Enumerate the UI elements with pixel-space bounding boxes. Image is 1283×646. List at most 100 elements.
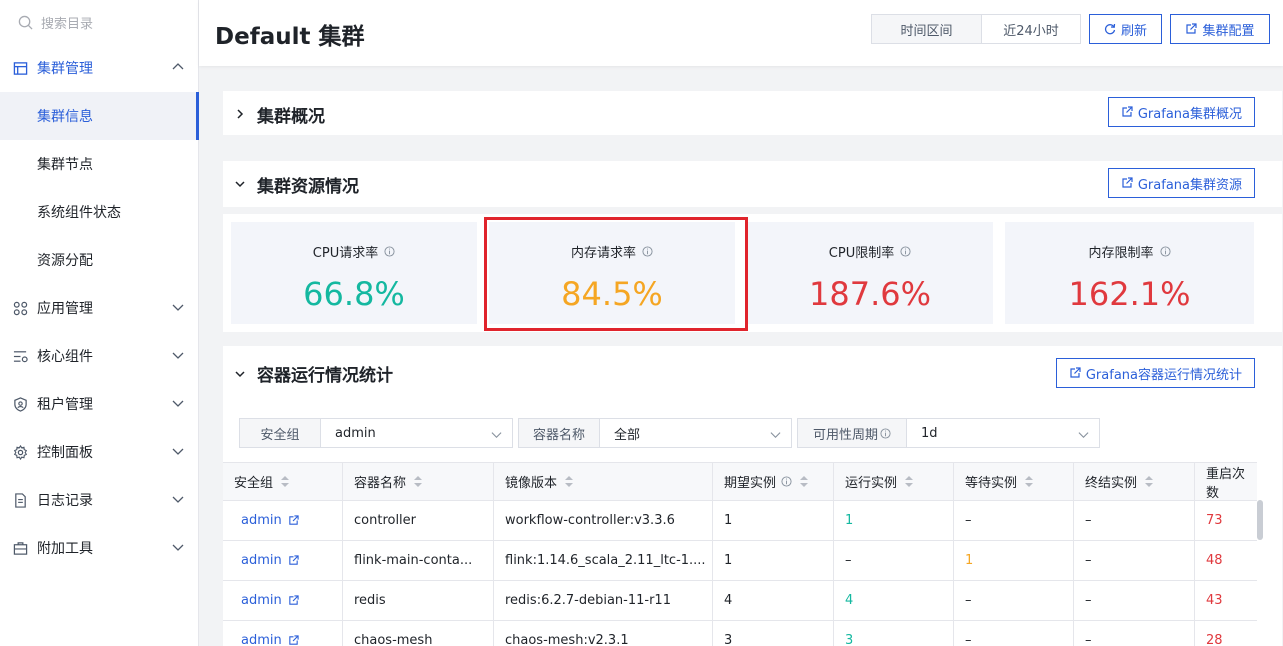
resources-section: 集群资源情况 Grafana集群资源 (223, 161, 1282, 207)
security-group-link[interactable]: admin (223, 581, 343, 620)
container-name-cell: redis (343, 581, 494, 620)
waiting-cell: – (954, 621, 1074, 646)
info-icon[interactable] (900, 246, 911, 257)
external-link-icon (289, 515, 299, 525)
column-header-image-version[interactable]: 镜像版本 (494, 463, 713, 500)
component-icon (12, 348, 28, 364)
column-header-security-group[interactable]: 安全组 (223, 463, 343, 500)
cell-text: admin (241, 513, 282, 528)
menu-control-panel[interactable]: 控制面板 (0, 428, 198, 476)
submenu-system-components[interactable]: 系统组件状态 (0, 188, 198, 236)
info-icon[interactable] (1159, 246, 1171, 257)
menu-tenant-management[interactable]: 租户管理 (0, 380, 198, 428)
availability-period-select[interactable]: 1d (907, 419, 1099, 447)
page-header: Default 集群 时间区间 近24小时 刷新 集群配置 (199, 0, 1283, 66)
submenu-resource-allocation[interactable]: 资源分配 (0, 236, 198, 284)
waiting-cell: – (954, 581, 1074, 620)
sort-icon[interactable] (1145, 476, 1154, 487)
external-link-icon (289, 635, 299, 645)
menu-cluster-management[interactable]: 集群管理 (0, 44, 198, 92)
security-group-link[interactable]: admin (223, 621, 343, 646)
overview-title: 集群概况 (257, 106, 325, 127)
menu-label: 附加工具 (37, 541, 93, 557)
table-row: admin redis redis:6.2.7-debian-11-r11 4 … (223, 581, 1257, 621)
filter-container-name[interactable]: 容器名称 全部 (518, 418, 792, 448)
column-header-running[interactable]: 运行实例 (834, 463, 954, 500)
shield-user-icon (12, 396, 28, 412)
container-stats-table: 安全组 容器名称 镜像版本 期望实例 运行实例 等待实例 终结实例 重启次数 a… (223, 462, 1257, 646)
cluster-config-button[interactable]: 集群配置 (1170, 14, 1270, 44)
external-link-icon (1186, 23, 1198, 34)
external-link-icon (1122, 177, 1133, 188)
select-value: 1d (921, 425, 938, 441)
desired-cell: 3 (713, 621, 834, 646)
grafana-resources-button[interactable]: Grafana集群资源 (1107, 168, 1255, 198)
stat-card-memory-limit: 内存限制率 162.1% (1005, 222, 1254, 324)
table-header: 安全组 容器名称 镜像版本 期望实例 运行实例 等待实例 终结实例 重启次数 (223, 462, 1257, 501)
security-group-link[interactable]: admin (223, 501, 343, 540)
sort-icon[interactable] (1025, 476, 1034, 487)
column-header-restarts[interactable]: 重启次数 (1195, 463, 1257, 501)
restarts-cell: 73 (1206, 513, 1223, 528)
column-header-terminated[interactable]: 终结实例 (1074, 463, 1195, 500)
external-link-icon (289, 595, 299, 605)
overview-section: 集群概况 Grafana集群概况 (223, 91, 1282, 135)
refresh-button[interactable]: 刷新 (1089, 14, 1162, 44)
highlight-box (484, 217, 748, 331)
running-cell: 1 (834, 501, 954, 540)
sort-icon[interactable] (565, 476, 574, 487)
desired-cell: 1 (713, 541, 834, 580)
sidebar-search[interactable]: 搜索目录 (0, 0, 198, 44)
sort-icon[interactable] (800, 476, 809, 487)
filter-security-group[interactable]: 安全组 admin (239, 418, 513, 448)
header-label: 终结实例 (1085, 476, 1138, 491)
resources-title: 集群资源情况 (257, 176, 359, 197)
container-name-cell: flink-main-conta... (343, 541, 494, 580)
menu-addon-tools[interactable]: 附加工具 (0, 524, 198, 572)
chevron-down-icon (172, 448, 184, 455)
chevron-down-icon (770, 432, 781, 439)
terminated-cell: – (1074, 621, 1195, 646)
header-label: 安全组 (234, 476, 274, 491)
security-group-select[interactable]: admin (321, 419, 512, 447)
grafana-containers-label: Grafana容器运行情况统计 (1085, 367, 1242, 383)
chevron-down-icon (172, 304, 184, 311)
menu-label: 日志记录 (37, 493, 93, 509)
info-icon[interactable] (384, 246, 395, 257)
menu-label: 控制面板 (37, 445, 93, 461)
page-title: Default 集群 (215, 24, 365, 50)
time-range-value[interactable]: 近24小时 (982, 15, 1080, 43)
containers-title: 容器运行情况统计 (257, 366, 393, 386)
menu-logs[interactable]: 日志记录 (0, 476, 198, 524)
column-header-waiting[interactable]: 等待实例 (954, 463, 1074, 500)
running-cell: 4 (834, 581, 954, 620)
submenu-cluster-info[interactable]: 集群信息 (0, 92, 199, 140)
stat-value: 187.6% (808, 275, 931, 313)
grafana-overview-button[interactable]: Grafana集群概况 (1107, 97, 1255, 127)
menu-core-components[interactable]: 核心组件 (0, 332, 198, 380)
grafana-containers-button[interactable]: Grafana容器运行情况统计 (1055, 358, 1255, 388)
time-range-selector[interactable]: 时间区间 近24小时 (871, 14, 1081, 44)
column-header-desired[interactable]: 期望实例 (713, 463, 834, 500)
menu-app-management[interactable]: 应用管理 (0, 284, 198, 332)
image-version-cell: redis:6.2.7-debian-11-r11 (494, 581, 713, 620)
menu-label: 集群管理 (37, 61, 93, 77)
table-row: admin controller workflow-controller:v3.… (223, 501, 1257, 541)
external-link-icon (289, 555, 299, 565)
info-icon[interactable] (781, 476, 792, 487)
security-group-link[interactable]: admin (223, 541, 343, 580)
column-header-container-name[interactable]: 容器名称 (343, 463, 494, 500)
external-link-icon (1122, 106, 1133, 117)
sort-icon[interactable] (905, 476, 914, 487)
select-value: 全部 (614, 427, 641, 443)
container-name-select[interactable]: 全部 (600, 419, 791, 447)
sort-icon[interactable] (281, 476, 290, 487)
sort-icon[interactable] (414, 476, 423, 487)
info-icon[interactable] (880, 427, 891, 439)
table-scrollbar[interactable] (1257, 500, 1263, 540)
filter-availability-period[interactable]: 可用性周期 1d (797, 418, 1100, 448)
table-row: admin flink-main-conta... flink:1.14.6_s… (223, 541, 1257, 581)
submenu-cluster-nodes[interactable]: 集群节点 (0, 140, 198, 188)
grafana-overview-label: Grafana集群概况 (1137, 106, 1242, 122)
container-name-cell: chaos-mesh (343, 621, 494, 646)
